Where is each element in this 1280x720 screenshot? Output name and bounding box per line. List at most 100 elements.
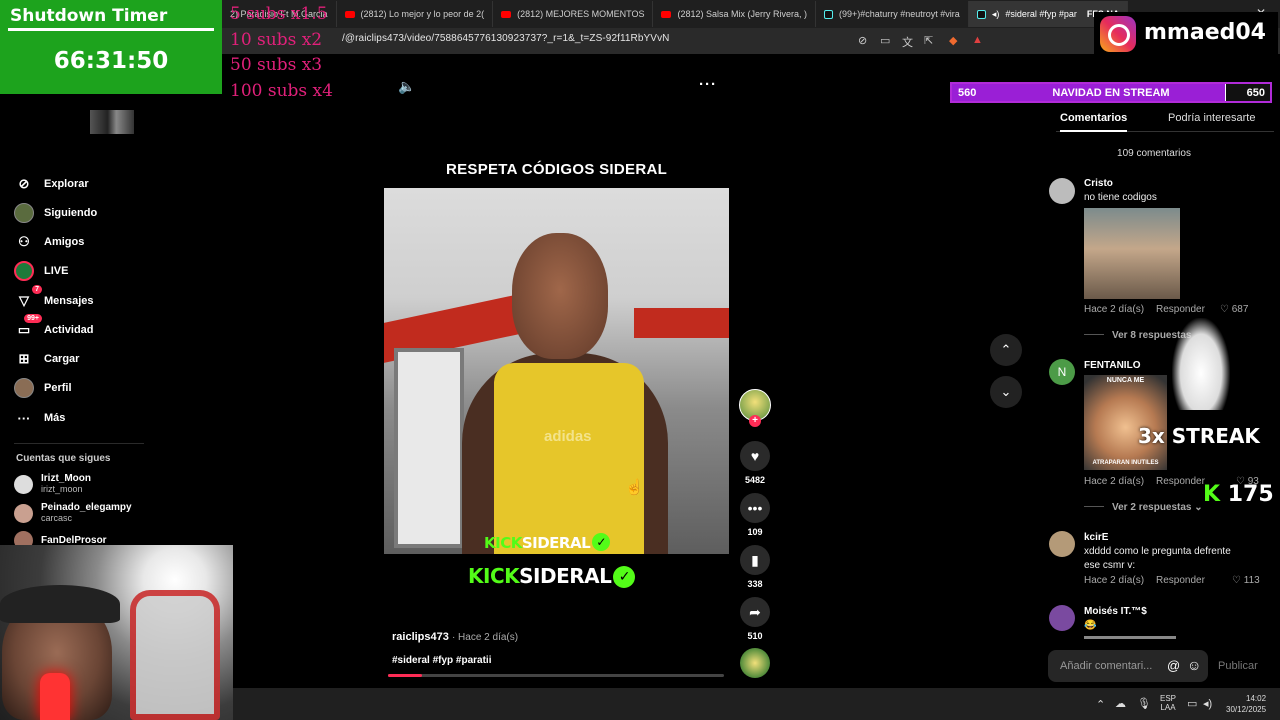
comment-user[interactable]: FENTANILO [1084, 360, 1140, 371]
save-button[interactable]: ▮ 338 [738, 545, 772, 589]
comment-image-partial [1084, 636, 1176, 639]
divider [8, 28, 214, 31]
tiktok-icon [976, 9, 986, 19]
display-icon[interactable]: ▭ [1187, 697, 1197, 710]
tab-label: (2812) Salsa Mix (Jerry Rivera, ) [677, 9, 807, 19]
shirt-brand: adidas [544, 428, 592, 445]
speaker-icon: ◂) [991, 8, 1000, 19]
mention-icon[interactable]: @ [1167, 658, 1180, 673]
subs-multiplier-list: 5 subs x1.5 10 subs x2 50 subs x3 100 su… [230, 2, 333, 104]
sidebar-item-actividad[interactable]: ▭ 99+ Actividad [14, 314, 94, 340]
stream-goal-bar: 560 NAVIDAD EN STREAM 650 [950, 82, 1272, 103]
followed-account[interactable]: Peinado_elegampy carcasc [14, 502, 132, 524]
chevron-up-icon[interactable]: ⌃ [1096, 698, 1105, 711]
author-name[interactable]: raiclips473 [392, 631, 449, 643]
video-frame[interactable]: adidas KICKSIDERAL ✓ [384, 188, 729, 554]
comment-like[interactable]: ♡ 113 [1232, 575, 1260, 586]
publish-button[interactable]: Publicar [1218, 660, 1258, 672]
reply-button[interactable]: Responder [1156, 304, 1205, 315]
cloud-icon[interactable]: ☁ [1115, 697, 1126, 710]
video-progress-bar[interactable] [388, 674, 724, 677]
follow-plus-icon[interactable]: + [749, 415, 761, 427]
next-video-button[interactable]: ⌄ [990, 376, 1022, 408]
sidebar-item-label: Mensajes [44, 295, 94, 307]
tiktok-icon [824, 9, 833, 19]
reader-icon[interactable]: ▭ [880, 34, 890, 47]
comment-like[interactable]: ♡ 687 [1220, 304, 1248, 315]
brave-shield-icon[interactable]: ◆ [949, 34, 957, 47]
sidebar-item-mas[interactable]: ··· Más [14, 408, 66, 428]
previous-video-button[interactable]: ⌃ [990, 334, 1022, 366]
speaker-icon[interactable]: ◂) [1203, 697, 1212, 710]
comment-meme-image[interactable]: NUNCA ME ATRAPARAN INUTILES [1084, 375, 1167, 470]
comment-user[interactable]: Cristo [1084, 178, 1113, 189]
video-hashtags[interactable]: #sideral #fyp #paratii [392, 655, 492, 666]
activity-icon: ▭ 99+ [14, 314, 42, 340]
translate-icon[interactable]: 文 [902, 34, 913, 50]
avatar[interactable]: N [1049, 359, 1075, 385]
comments-tabs: Comentarios Podría interesarte [1056, 110, 1274, 132]
sidebar-item-perfil[interactable]: Perfil [14, 378, 72, 398]
url-text[interactable]: /@raiclips473/video/7588645776130923737?… [342, 33, 670, 44]
reply-button[interactable]: Responder [1156, 476, 1205, 487]
comment-user[interactable]: kcirE [1084, 532, 1108, 543]
rewards-icon[interactable]: ▲ [972, 34, 983, 46]
replies-label: Ver 2 respuestas [1112, 502, 1192, 513]
sidebar-item-explorar[interactable]: ⊘ Explorar [14, 174, 89, 194]
browser-tab[interactable]: (2812) Salsa Mix (Jerry Rivera, ) [653, 1, 816, 27]
comment-input[interactable] [1048, 650, 1208, 682]
tracking-off-icon[interactable]: ⊘ [858, 34, 867, 47]
like-count: 113 [1243, 575, 1260, 586]
avatar[interactable] [1049, 178, 1075, 204]
like-button[interactable]: ♥ 5482 [738, 441, 772, 485]
chevron-up-icon: ⌃ [1000, 342, 1012, 357]
video-author[interactable]: raiclips473 · Hace 2 día(s) [392, 631, 518, 643]
emoji-icon[interactable]: ☺ [1187, 657, 1201, 673]
view-replies[interactable]: Ver 2 respuestas ⌄ [1084, 502, 1203, 513]
microphone [40, 673, 70, 720]
sidebar-item-mensajes[interactable]: ▽ 7 Mensajes [14, 285, 94, 311]
volume-icon[interactable]: 🔈 [398, 78, 415, 95]
comment-user[interactable]: Moisés IT.™$ [1084, 606, 1147, 617]
subs-line: 10 subs x2 [230, 29, 323, 50]
youtube-icon [661, 10, 672, 18]
sidebar-item-cargar[interactable]: ⊞ Cargar [14, 349, 80, 369]
sidebar-item-label: Siguiendo [44, 207, 98, 219]
reply-button[interactable]: Responder [1156, 575, 1205, 586]
avatar[interactable] [1049, 531, 1075, 557]
timer-title: Shutdown Timer [10, 6, 168, 26]
sidebar-item-live[interactable]: LIVE [14, 261, 68, 281]
tab-comentarios[interactable]: Comentarios [1060, 112, 1128, 132]
sidebar-item-siguiendo[interactable]: Siguiendo [14, 203, 97, 223]
profile-icon [14, 378, 34, 398]
microphone-icon[interactable]: 🎙 [1137, 697, 1151, 710]
followed-account[interactable]: Irizt_Moon irizt_moon [14, 473, 91, 495]
friends-icon: ⚇ [18, 234, 30, 249]
comment-text: 😂 [1084, 620, 1097, 631]
meme-bottom-text: ATRAPARAN INUTILES [1092, 460, 1159, 466]
browser-tab[interactable]: (2812) MEJORES MOMENTOS [493, 1, 654, 27]
system-clock[interactable]: 14:02 30/12/2025 [1226, 693, 1266, 715]
sidebar-item-label: Actividad [44, 324, 94, 336]
verified-check-icon: ✓ [592, 533, 611, 551]
comment-image[interactable] [1084, 208, 1180, 299]
share-button[interactable]: ➦ 510 [738, 597, 772, 641]
share-icon[interactable]: ⇱ [924, 34, 933, 47]
avatar[interactable] [1049, 605, 1075, 631]
sidebar-item-amigos[interactable]: ⚇ Amigos [14, 232, 84, 252]
gym-window [394, 348, 464, 548]
sidebar-item-label: LIVE [44, 265, 69, 277]
account-handle: carcasc [41, 513, 73, 523]
tab-podria-interesarte[interactable]: Podría interesarte [1168, 112, 1255, 124]
sidebar-item-label: Perfil [44, 382, 72, 394]
language-indicator[interactable]: ESP LAA [1160, 694, 1176, 712]
music-disc-icon[interactable] [740, 648, 770, 678]
more-options-icon[interactable]: ··· [699, 76, 717, 93]
gym-wall-stripe [634, 308, 729, 338]
browser-tab[interactable]: (99+)#chaturry #neutroyt #vira [816, 1, 969, 27]
divider [14, 443, 144, 444]
comment-count: 109 [747, 527, 763, 537]
goal-target: 650 [1246, 87, 1265, 99]
browser-tab[interactable]: (2812) Lo mejor y lo peor de 2( [337, 1, 494, 27]
comment-button[interactable]: ••• 109 [738, 493, 772, 537]
